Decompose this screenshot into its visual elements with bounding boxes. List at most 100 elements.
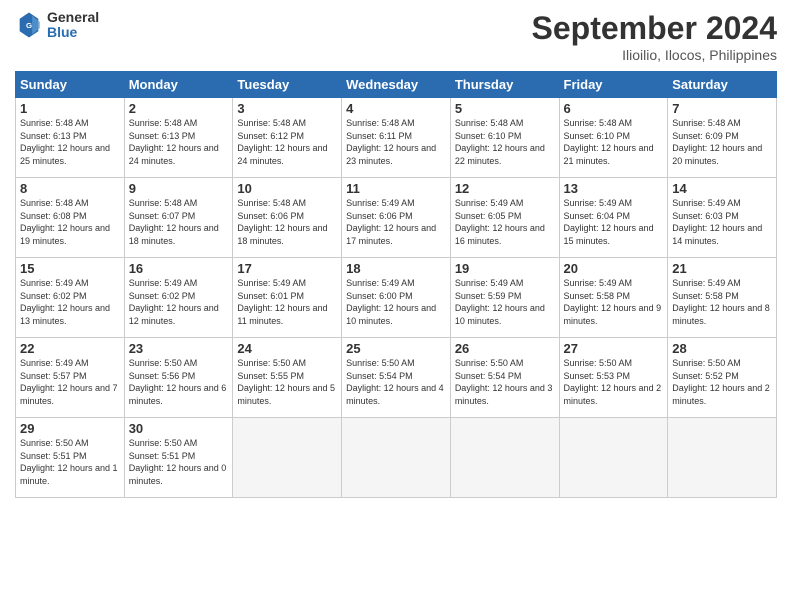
table-row: 16Sunrise: 5:49 AMSunset: 6:02 PMDayligh… — [124, 258, 233, 338]
table-row: 28Sunrise: 5:50 AMSunset: 5:52 PMDayligh… — [668, 338, 777, 418]
col-monday: Monday — [124, 72, 233, 98]
day-info: Sunrise: 5:50 AMSunset: 5:51 PMDaylight:… — [20, 437, 120, 487]
day-number: 17 — [237, 261, 337, 276]
day-number: 29 — [20, 421, 120, 436]
day-number: 28 — [672, 341, 772, 356]
title-block: September 2024 Ilioilio, Ilocos, Philipp… — [532, 10, 777, 63]
calendar-week-5: 29Sunrise: 5:50 AMSunset: 5:51 PMDayligh… — [16, 418, 777, 498]
day-number: 2 — [129, 101, 229, 116]
table-row: 14Sunrise: 5:49 AMSunset: 6:03 PMDayligh… — [668, 178, 777, 258]
table-row — [450, 418, 559, 498]
page-container: G General Blue September 2024 Ilioilio, … — [0, 0, 792, 508]
table-row — [342, 418, 451, 498]
table-row: 7Sunrise: 5:48 AMSunset: 6:09 PMDaylight… — [668, 98, 777, 178]
day-info: Sunrise: 5:49 AMSunset: 6:01 PMDaylight:… — [237, 277, 337, 327]
day-number: 4 — [346, 101, 446, 116]
day-number: 6 — [564, 101, 664, 116]
table-row: 22Sunrise: 5:49 AMSunset: 5:57 PMDayligh… — [16, 338, 125, 418]
table-row: 21Sunrise: 5:49 AMSunset: 5:58 PMDayligh… — [668, 258, 777, 338]
day-number: 9 — [129, 181, 229, 196]
day-number: 23 — [129, 341, 229, 356]
day-info: Sunrise: 5:49 AMSunset: 5:58 PMDaylight:… — [564, 277, 664, 327]
day-number: 11 — [346, 181, 446, 196]
table-row: 24Sunrise: 5:50 AMSunset: 5:55 PMDayligh… — [233, 338, 342, 418]
header: G General Blue September 2024 Ilioilio, … — [15, 10, 777, 63]
day-info: Sunrise: 5:49 AMSunset: 6:06 PMDaylight:… — [346, 197, 446, 247]
calendar-week-2: 8Sunrise: 5:48 AMSunset: 6:08 PMDaylight… — [16, 178, 777, 258]
day-info: Sunrise: 5:49 AMSunset: 6:05 PMDaylight:… — [455, 197, 555, 247]
table-row: 25Sunrise: 5:50 AMSunset: 5:54 PMDayligh… — [342, 338, 451, 418]
day-number: 27 — [564, 341, 664, 356]
table-row: 26Sunrise: 5:50 AMSunset: 5:54 PMDayligh… — [450, 338, 559, 418]
day-number: 21 — [672, 261, 772, 276]
table-row — [559, 418, 668, 498]
day-number: 19 — [455, 261, 555, 276]
day-info: Sunrise: 5:50 AMSunset: 5:55 PMDaylight:… — [237, 357, 337, 407]
day-info: Sunrise: 5:50 AMSunset: 5:54 PMDaylight:… — [346, 357, 446, 407]
day-number: 30 — [129, 421, 229, 436]
day-info: Sunrise: 5:48 AMSunset: 6:12 PMDaylight:… — [237, 117, 337, 167]
logo-icon: G — [15, 11, 43, 39]
table-row: 13Sunrise: 5:49 AMSunset: 6:04 PMDayligh… — [559, 178, 668, 258]
table-row: 3Sunrise: 5:48 AMSunset: 6:12 PMDaylight… — [233, 98, 342, 178]
table-row: 1Sunrise: 5:48 AMSunset: 6:13 PMDaylight… — [16, 98, 125, 178]
day-number: 24 — [237, 341, 337, 356]
day-number: 7 — [672, 101, 772, 116]
day-info: Sunrise: 5:50 AMSunset: 5:53 PMDaylight:… — [564, 357, 664, 407]
col-sunday: Sunday — [16, 72, 125, 98]
day-info: Sunrise: 5:49 AMSunset: 6:03 PMDaylight:… — [672, 197, 772, 247]
table-row: 11Sunrise: 5:49 AMSunset: 6:06 PMDayligh… — [342, 178, 451, 258]
day-info: Sunrise: 5:48 AMSunset: 6:10 PMDaylight:… — [455, 117, 555, 167]
day-number: 8 — [20, 181, 120, 196]
day-number: 18 — [346, 261, 446, 276]
day-number: 25 — [346, 341, 446, 356]
day-info: Sunrise: 5:49 AMSunset: 6:04 PMDaylight:… — [564, 197, 664, 247]
table-row: 23Sunrise: 5:50 AMSunset: 5:56 PMDayligh… — [124, 338, 233, 418]
table-row: 19Sunrise: 5:49 AMSunset: 5:59 PMDayligh… — [450, 258, 559, 338]
table-row: 12Sunrise: 5:49 AMSunset: 6:05 PMDayligh… — [450, 178, 559, 258]
table-row: 9Sunrise: 5:48 AMSunset: 6:07 PMDaylight… — [124, 178, 233, 258]
col-friday: Friday — [559, 72, 668, 98]
day-info: Sunrise: 5:50 AMSunset: 5:54 PMDaylight:… — [455, 357, 555, 407]
day-info: Sunrise: 5:48 AMSunset: 6:13 PMDaylight:… — [20, 117, 120, 167]
table-row: 8Sunrise: 5:48 AMSunset: 6:08 PMDaylight… — [16, 178, 125, 258]
logo: G General Blue — [15, 10, 99, 41]
day-number: 3 — [237, 101, 337, 116]
day-info: Sunrise: 5:49 AMSunset: 6:00 PMDaylight:… — [346, 277, 446, 327]
day-number: 12 — [455, 181, 555, 196]
day-info: Sunrise: 5:48 AMSunset: 6:09 PMDaylight:… — [672, 117, 772, 167]
day-number: 14 — [672, 181, 772, 196]
day-number: 5 — [455, 101, 555, 116]
calendar-week-1: 1Sunrise: 5:48 AMSunset: 6:13 PMDaylight… — [16, 98, 777, 178]
day-number: 10 — [237, 181, 337, 196]
col-tuesday: Tuesday — [233, 72, 342, 98]
table-row — [233, 418, 342, 498]
day-number: 20 — [564, 261, 664, 276]
col-thursday: Thursday — [450, 72, 559, 98]
col-wednesday: Wednesday — [342, 72, 451, 98]
table-row: 5Sunrise: 5:48 AMSunset: 6:10 PMDaylight… — [450, 98, 559, 178]
day-info: Sunrise: 5:48 AMSunset: 6:08 PMDaylight:… — [20, 197, 120, 247]
table-row: 29Sunrise: 5:50 AMSunset: 5:51 PMDayligh… — [16, 418, 125, 498]
calendar-table: Sunday Monday Tuesday Wednesday Thursday… — [15, 71, 777, 498]
day-info: Sunrise: 5:50 AMSunset: 5:56 PMDaylight:… — [129, 357, 229, 407]
day-info: Sunrise: 5:48 AMSunset: 6:10 PMDaylight:… — [564, 117, 664, 167]
day-info: Sunrise: 5:48 AMSunset: 6:13 PMDaylight:… — [129, 117, 229, 167]
calendar-header-row: Sunday Monday Tuesday Wednesday Thursday… — [16, 72, 777, 98]
table-row: 18Sunrise: 5:49 AMSunset: 6:00 PMDayligh… — [342, 258, 451, 338]
calendar-week-4: 22Sunrise: 5:49 AMSunset: 5:57 PMDayligh… — [16, 338, 777, 418]
day-info: Sunrise: 5:49 AMSunset: 5:59 PMDaylight:… — [455, 277, 555, 327]
day-info: Sunrise: 5:49 AMSunset: 6:02 PMDaylight:… — [20, 277, 120, 327]
table-row: 2Sunrise: 5:48 AMSunset: 6:13 PMDaylight… — [124, 98, 233, 178]
table-row — [668, 418, 777, 498]
location-subtitle: Ilioilio, Ilocos, Philippines — [532, 47, 777, 63]
day-info: Sunrise: 5:49 AMSunset: 5:57 PMDaylight:… — [20, 357, 120, 407]
day-number: 16 — [129, 261, 229, 276]
day-number: 26 — [455, 341, 555, 356]
day-number: 13 — [564, 181, 664, 196]
day-info: Sunrise: 5:48 AMSunset: 6:11 PMDaylight:… — [346, 117, 446, 167]
table-row: 15Sunrise: 5:49 AMSunset: 6:02 PMDayligh… — [16, 258, 125, 338]
day-info: Sunrise: 5:49 AMSunset: 6:02 PMDaylight:… — [129, 277, 229, 327]
col-saturday: Saturday — [668, 72, 777, 98]
day-number: 15 — [20, 261, 120, 276]
